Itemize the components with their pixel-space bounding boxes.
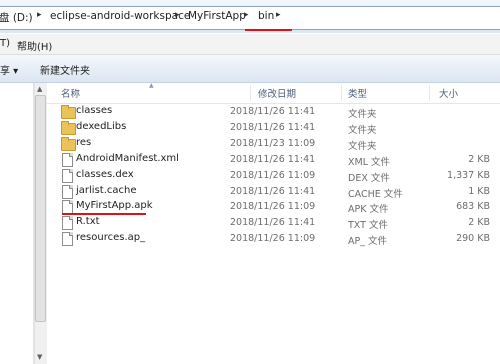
breadcrumb-separator-icon[interactable]: ▸ — [276, 10, 281, 20]
file-icon — [62, 232, 73, 246]
menu-help[interactable]: 帮助(H) — [17, 38, 52, 53]
file-date: 2018/11/26 11:09 — [230, 201, 316, 212]
file-name: resources.ap_ — [76, 232, 146, 243]
file-type: 文件夹 — [348, 141, 377, 152]
file-name: jarlist.cache — [76, 185, 137, 196]
file-icon — [62, 153, 73, 167]
file-name: MyFirstApp.apk — [76, 200, 153, 211]
file-type: 文件夹 — [348, 109, 377, 120]
breadcrumb-workspace[interactable]: eclipse-android-workspace — [50, 10, 190, 22]
scroll-up-icon[interactable]: ▲ — [37, 85, 42, 93]
file-icon — [62, 169, 73, 183]
file-name: res — [76, 137, 92, 148]
folder-icon — [61, 121, 76, 135]
menu-tools[interactable]: T) — [0, 38, 10, 49]
breadcrumb-separator-icon[interactable]: ▸ — [244, 10, 249, 20]
file-row[interactable]: resources.ap_ 2018/11/26 11:09 AP_ 文件 29… — [55, 231, 500, 247]
file-date: 2018/11/26 11:09 — [230, 233, 316, 244]
file-row[interactable]: AndroidManifest.xml 2018/11/26 11:41 XML… — [55, 152, 500, 168]
highlight-underline — [62, 213, 146, 215]
file-row[interactable]: R.txt 2018/11/26 11:41 TXT 文件 2 KB — [55, 215, 500, 231]
scroll-down-icon[interactable]: ▼ — [37, 353, 42, 361]
navigation-pane[interactable] — [0, 83, 34, 364]
file-type: AP_ 文件 — [348, 236, 387, 247]
file-type: APK 文件 — [348, 204, 389, 215]
file-size: 1 KB — [468, 186, 490, 197]
file-type: CACHE 文件 — [348, 189, 403, 200]
folder-icon — [61, 137, 76, 151]
file-row[interactable]: jarlist.cache 2018/11/26 11:41 CACHE 文件 … — [55, 184, 500, 200]
file-name: dexedLibs — [76, 121, 127, 132]
folder-icon — [61, 105, 76, 119]
file-size: 2 KB — [468, 217, 490, 228]
breadcrumb-bin[interactable]: bin — [258, 10, 274, 22]
file-row[interactable]: classes.dex 2018/11/26 11:09 DEX 文件 1,33… — [55, 168, 500, 184]
breadcrumb-separator-icon[interactable]: ▸ — [37, 10, 42, 20]
file-type: XML 文件 — [348, 157, 391, 168]
file-name: AndroidManifest.xml — [76, 153, 179, 164]
file-type: DEX 文件 — [348, 173, 390, 184]
column-header: ▲ 名称 修改日期 类型 大小 — [47, 82, 500, 104]
address-field[interactable]: 盘 (D:) ▸ eclipse-android-workspace ▸ MyF… — [0, 6, 500, 30]
file-size: 2 KB — [468, 154, 490, 165]
file-size: 683 KB — [456, 201, 490, 212]
file-icon — [62, 216, 73, 230]
column-divider[interactable] — [429, 85, 430, 101]
column-date[interactable]: 修改日期 — [258, 86, 296, 100]
column-name[interactable]: 名称 — [61, 86, 80, 100]
file-size: 1,337 KB — [447, 170, 490, 181]
file-type: 文件夹 — [348, 125, 377, 136]
breadcrumb-separator-icon[interactable]: ▸ — [175, 10, 180, 20]
file-type: TXT 文件 — [348, 220, 388, 231]
file-name: R.txt — [76, 216, 100, 227]
file-icon — [62, 185, 73, 199]
file-size: 290 KB — [456, 233, 490, 244]
file-icon — [62, 200, 73, 214]
column-divider[interactable] — [250, 85, 251, 101]
breadcrumb-project[interactable]: MyFirstApp — [188, 10, 246, 22]
file-date: 2018/11/26 11:41 — [230, 154, 316, 165]
column-divider[interactable] — [341, 85, 342, 101]
file-row[interactable]: res 2018/11/23 11:09 文件夹 — [55, 136, 500, 152]
column-type[interactable]: 类型 — [348, 86, 367, 100]
column-size[interactable]: 大小 — [439, 86, 458, 100]
new-folder-button[interactable]: 新建文件夹 — [40, 62, 90, 77]
menu-bar: T) 帮助(H) — [0, 34, 500, 55]
file-name: classes.dex — [76, 169, 134, 180]
toolbar: 享 ▾ 新建文件夹 — [0, 55, 500, 83]
file-date: 2018/11/26 11:41 — [230, 106, 316, 117]
file-date: 2018/11/26 11:41 — [230, 186, 316, 197]
file-date: 2018/11/26 11:09 — [230, 170, 316, 181]
file-name: classes — [76, 105, 113, 116]
sort-indicator-icon: ▲ — [149, 82, 154, 89]
file-row[interactable]: dexedLibs 2018/11/26 11:41 文件夹 — [55, 120, 500, 136]
breadcrumb-drive[interactable]: 盘 (D:) — [0, 10, 33, 25]
share-button[interactable]: 享 ▾ — [0, 62, 18, 77]
file-date: 2018/11/26 11:41 — [230, 122, 316, 133]
file-date: 2018/11/26 11:41 — [230, 217, 316, 228]
file-row[interactable]: classes 2018/11/26 11:41 文件夹 — [55, 104, 500, 120]
navigation-scrollbar-thumb[interactable] — [35, 95, 46, 322]
highlight-underline — [245, 29, 292, 31]
file-date: 2018/11/23 11:09 — [230, 138, 316, 149]
